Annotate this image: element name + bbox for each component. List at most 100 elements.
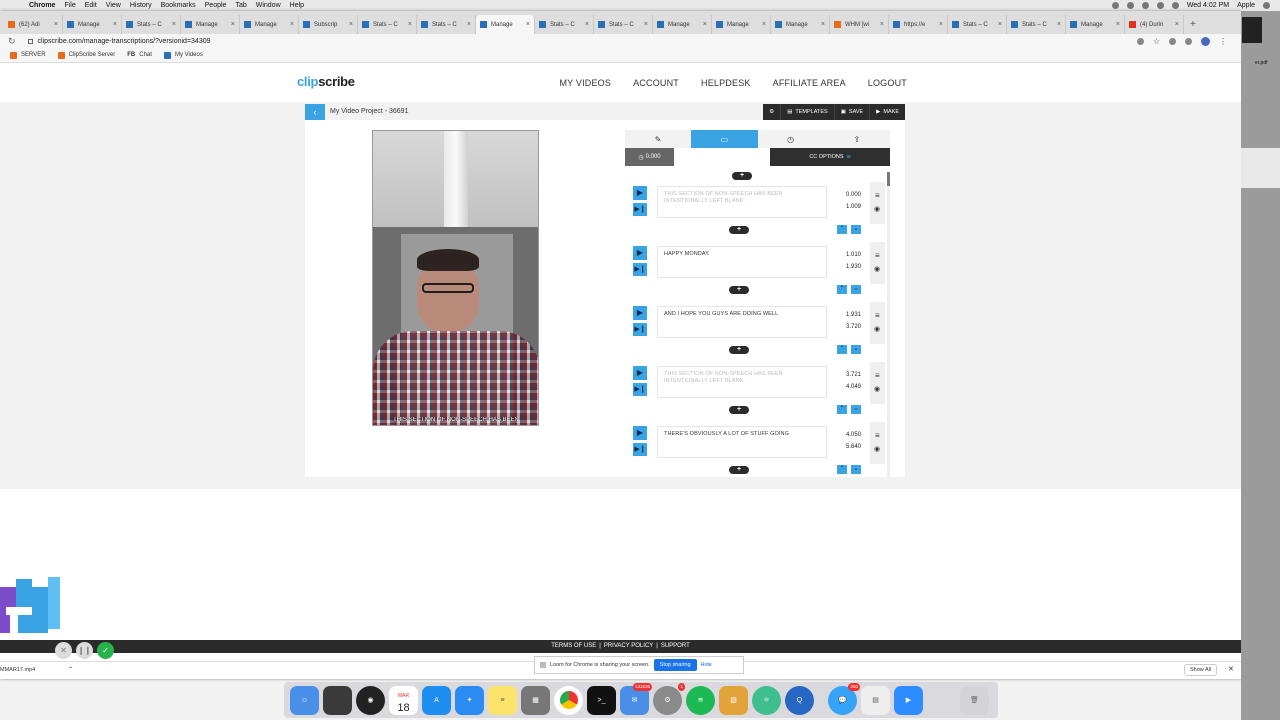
segment-text-input[interactable]: HAPPY MONDAY.	[657, 246, 827, 278]
finish-recording-button[interactable]: ✓	[97, 642, 114, 659]
eye-icon[interactable]: ◉	[874, 385, 880, 393]
segment-menu-icon[interactable]: ≡	[875, 191, 880, 200]
tab-style[interactable]: ✎	[625, 130, 691, 148]
eye-icon[interactable]: ◉	[874, 265, 880, 273]
terminal-icon[interactable]: >_	[587, 685, 616, 715]
calculator-icon[interactable]: ▦	[521, 685, 550, 715]
tab-close-icon[interactable]: ×	[644, 21, 648, 28]
safari-icon[interactable]: ✦	[455, 685, 484, 715]
more-icon[interactable]: ⋮	[1219, 37, 1227, 46]
segment-menu-icon[interactable]: ≡	[875, 251, 880, 260]
tab-share[interactable]: ⇪	[824, 130, 890, 148]
app-store-icon[interactable]: A	[422, 685, 451, 715]
close-icon[interactable]: ✕	[1228, 665, 1234, 673]
segment-start-time[interactable]: 4.050	[837, 432, 861, 438]
browser-tab[interactable]: (4) Durin ×	[1125, 15, 1184, 34]
tab-close-icon[interactable]: ×	[1057, 21, 1061, 28]
tab-close-icon[interactable]: ×	[1175, 21, 1179, 28]
cancel-recording-button[interactable]: ✕	[55, 642, 72, 659]
scrollbar-thumb[interactable]	[887, 172, 890, 186]
segment-menu-icon[interactable]: ≡	[875, 311, 880, 320]
current-time-button[interactable]: ◷ 0.000	[625, 148, 674, 166]
move-up-button[interactable]: ⌃	[837, 225, 847, 234]
nav-account[interactable]: ACCOUNT	[633, 78, 679, 88]
tab-close-icon[interactable]: ×	[762, 21, 766, 28]
browser-tab[interactable]: WHM [wi ×	[830, 15, 889, 34]
eye-icon[interactable]: ◉	[874, 205, 880, 213]
tab-close-icon[interactable]: ×	[290, 21, 294, 28]
nav-helpdesk[interactable]: HELPDESK	[701, 78, 751, 88]
bookmark-item[interactable]: FB Chat	[127, 52, 152, 58]
footer-terms-link[interactable]: TERMS OF USE	[551, 643, 596, 649]
skip-segment-button[interactable]: ▶❙	[633, 443, 647, 456]
eye-icon[interactable]: ◉	[874, 445, 880, 453]
finder-icon[interactable]: ☺	[290, 685, 319, 715]
bookmark-item[interactable]: SERVER	[10, 51, 46, 59]
settings-button[interactable]: ⚙	[763, 104, 780, 120]
segment-start-time[interactable]: 3.721	[837, 372, 861, 378]
atom-icon[interactable]: ⚛	[752, 685, 781, 715]
play-segment-button[interactable]: ▶	[633, 426, 647, 440]
menu-view[interactable]: View	[106, 2, 121, 9]
back-button[interactable]: ‹	[305, 104, 325, 120]
browser-tab[interactable]: Manage ×	[476, 15, 535, 34]
tab-close-icon[interactable]: ×	[703, 21, 707, 28]
menu-file[interactable]: File	[64, 2, 75, 9]
make-button[interactable]: ▶ MAKE	[869, 104, 905, 120]
tab-close-icon[interactable]: ×	[231, 21, 235, 28]
browser-tab[interactable]: Stats – C ×	[417, 15, 476, 34]
chevron-up-icon[interactable]: ⌃	[68, 666, 73, 673]
menu-tab[interactable]: Tab	[235, 2, 246, 9]
menu-history[interactable]: History	[130, 2, 152, 9]
tab-captions[interactable]: ▭	[691, 130, 758, 148]
messages-icon[interactable]: 💬 250	[828, 682, 860, 715]
play-segment-button[interactable]: ▶	[633, 186, 647, 200]
tab-close-icon[interactable]: ×	[821, 21, 825, 28]
browser-tab[interactable]: Manage ×	[712, 15, 771, 34]
tab-close-icon[interactable]: ×	[585, 21, 589, 28]
menu-bookmarks[interactable]: Bookmarks	[161, 2, 196, 9]
segment-text-input[interactable]: AND I HOPE YOU GUYS ARE DOING WELL	[657, 306, 827, 338]
tab-close-icon[interactable]: ×	[880, 21, 884, 28]
extension-icon[interactable]	[1169, 37, 1176, 45]
segment-text-input[interactable]: THERE'S OBVIOUSLY A LOT OF STUFF GOING	[657, 426, 827, 458]
move-up-button[interactable]: ⌃	[837, 285, 847, 294]
show-all-button[interactable]: Show All	[1184, 664, 1218, 676]
eye-icon[interactable]: ◉	[874, 325, 880, 333]
extension-icon[interactable]	[1185, 37, 1192, 45]
chrome-icon[interactable]	[554, 685, 583, 715]
download-file[interactable]: MMAR17.mp4	[0, 667, 35, 673]
mail-icon[interactable]: ✉ 131536	[620, 682, 652, 715]
move-down-button[interactable]: ⌄	[851, 345, 861, 354]
tab-close-icon[interactable]: ×	[349, 21, 353, 28]
browser-tab[interactable]: Stats – C ×	[948, 15, 1007, 34]
nav-my-videos[interactable]: MY VIDEOS	[559, 78, 611, 88]
tab-close-icon[interactable]: ×	[172, 21, 176, 28]
tab-close-icon[interactable]: ×	[113, 21, 117, 28]
skip-segment-button[interactable]: ▶❙	[633, 383, 647, 396]
menu-edit[interactable]: Edit	[85, 2, 97, 9]
save-button[interactable]: ▣ SAVE	[833, 104, 869, 120]
siri-icon[interactable]	[1263, 2, 1270, 9]
browser-tab[interactable]: Manage ×	[653, 15, 712, 34]
address-bar[interactable]: clipscribe.com/manage-transcriptions/?ve…	[38, 38, 211, 45]
obs-icon[interactable]: ◉	[356, 685, 385, 715]
play-segment-button[interactable]: ▶	[633, 366, 647, 380]
status-icon[interactable]	[1111, 2, 1119, 9]
mic-icon[interactable]	[1136, 37, 1144, 45]
loom-camera-bubble[interactable]	[0, 573, 60, 633]
menubar-clock[interactable]: Wed 4:02 PM	[1187, 2, 1229, 9]
tab-timing[interactable]: ◷	[758, 130, 824, 148]
move-up-button[interactable]: ⌃	[837, 345, 847, 354]
segment-end-time[interactable]: 1.009	[837, 204, 861, 210]
segment-end-time[interactable]: 1.930	[837, 264, 861, 270]
zoom-icon[interactable]: ▶	[894, 685, 923, 715]
quicktime-icon[interactable]: Q	[785, 685, 814, 715]
menubar-user[interactable]: Apple	[1237, 2, 1255, 9]
templates-button[interactable]: ▤ TEMPLATES	[780, 104, 834, 120]
menubar-app-name[interactable]: Chrome	[29, 2, 55, 9]
clipscribe-logo[interactable]: clipscribe	[297, 74, 355, 89]
video-preview[interactable]: THIS SECTION OF NON-SPEECH HAS BEEN	[372, 130, 539, 426]
move-down-button[interactable]: ⌄	[851, 285, 861, 294]
browser-tab[interactable]: Stats – C ×	[1007, 15, 1066, 34]
